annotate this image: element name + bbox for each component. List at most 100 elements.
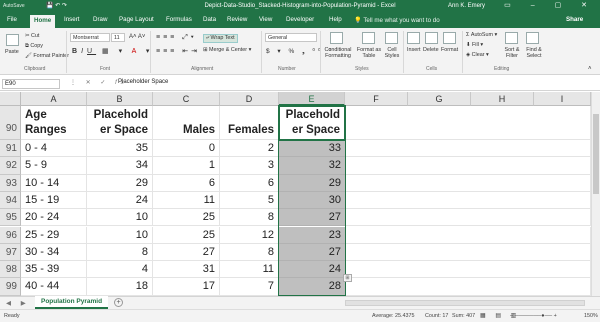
empty-cells[interactable] [345,243,591,262]
cell-b[interactable]: 10 [87,209,153,227]
wrap-text-button[interactable]: ⤶ Wrap Text [203,34,238,43]
cell-a[interactable]: 40 - 44 [21,278,87,296]
status-average[interactable]: Average: 25.4375 [372,313,414,319]
delete-cells-button[interactable]: Delete [423,47,439,53]
fill-button[interactable]: ⬇ Fill ▾ [466,42,483,48]
tab-help[interactable]: Help [329,16,342,23]
empty-cells[interactable] [345,157,591,175]
cell-c[interactable]: 0 [153,140,220,158]
column-header-d[interactable]: D [220,92,279,106]
header-placeholder-b[interactable]: Placehold er Space [87,106,153,140]
column-header-i[interactable]: I [534,92,591,106]
font-name-select[interactable]: Montserrat [70,33,110,42]
column-header-f[interactable]: F [345,92,408,106]
cell-e[interactable]: 23 [279,226,345,244]
row-header[interactable]: 94 [0,191,21,210]
cell-d[interactable]: 2 [220,140,279,158]
empty-cells[interactable] [345,174,591,192]
formula-input[interactable]: Placeholder Space [118,79,168,85]
font-style-buttons[interactable]: BIU ▦ ▾ A ▾ [72,47,153,55]
cell-styles-button[interactable]: Cell Styles [383,47,401,59]
column-header-g[interactable]: G [408,92,471,106]
cell-c[interactable]: 1 [153,157,220,175]
empty-cells[interactable] [345,278,591,296]
empty-cells[interactable] [345,106,591,140]
tab-draw[interactable]: Draw [93,16,107,23]
row-header[interactable]: 97 [0,243,21,262]
tab-insert[interactable]: Insert [64,16,79,23]
cell-a[interactable]: 30 - 34 [21,243,87,262]
cell-a[interactable]: 25 - 29 [21,226,87,244]
tab-formulas[interactable]: Formulas [166,16,192,23]
cell-e[interactable]: 24 [279,261,345,279]
row-header[interactable]: 92 [0,157,21,175]
conditional-formatting-icon[interactable] [330,32,343,44]
find-select-button[interactable]: Find & Select [524,47,544,59]
name-box[interactable]: E90 [2,79,60,89]
cell-c[interactable]: 25 [153,226,220,244]
insert-cells-icon[interactable] [407,32,420,44]
cell-c[interactable]: 27 [153,243,220,262]
header-placeholder-e[interactable]: Placehold er Space [279,106,345,140]
column-header-h[interactable]: H [471,92,534,106]
row-header[interactable]: 99 [0,278,21,296]
paste-button[interactable]: Paste [5,49,19,55]
row-header[interactable]: 95 [0,209,21,227]
cell-b[interactable]: 34 [87,157,153,175]
delete-cells-icon[interactable] [425,32,438,44]
row-header[interactable]: 96 [0,226,21,244]
cell-d[interactable]: 8 [220,209,279,227]
cell-a[interactable]: 15 - 19 [21,191,87,210]
copy-button[interactable]: ⧉ Copy [25,43,43,50]
cell-d[interactable]: 12 [220,226,279,244]
share-button[interactable]: Share [566,16,583,23]
row-header-90[interactable]: 90 [0,106,21,140]
cell-b[interactable]: 8 [87,243,153,262]
cell-d[interactable]: 5 [220,191,279,210]
header-females[interactable]: Females [220,106,279,140]
cell-e[interactable]: 30 [279,191,345,210]
cell-d[interactable]: 6 [220,174,279,192]
horizontal-scrollbar[interactable] [345,300,585,306]
cell-d[interactable]: 11 [220,261,279,279]
find-select-icon[interactable] [526,32,539,44]
select-all-corner[interactable] [0,92,21,106]
column-header-e[interactable]: E [279,92,345,106]
tell-me-search[interactable]: 💡 Tell me what you want to do [354,16,440,24]
sort-filter-icon[interactable] [505,32,518,44]
tab-home[interactable]: Home [30,15,56,28]
empty-cells[interactable] [345,140,591,158]
autosum-button[interactable]: Σ AutoSum ▾ [466,32,497,38]
quick-analysis-icon[interactable]: ⊞ [343,274,352,282]
cell-b[interactable]: 10 [87,226,153,244]
column-header-b[interactable]: B [87,92,153,106]
cell-c[interactable]: 17 [153,278,220,296]
cell-c[interactable]: 31 [153,261,220,279]
tab-file[interactable]: File [7,16,17,23]
tab-review[interactable]: Review [227,16,247,23]
cell-a[interactable]: 10 - 14 [21,174,87,192]
cell-e[interactable]: 33 [279,140,345,158]
status-count[interactable]: Count: 17 [425,313,448,319]
cell-d[interactable]: 3 [220,157,279,175]
alignment-bottom-icons[interactable]: ≡≡≡ ⇤⇥ [156,47,200,55]
cell-b[interactable]: 35 [87,140,153,158]
cell-b[interactable]: 24 [87,191,153,210]
empty-cells[interactable] [345,226,591,244]
header-males[interactable]: Males [153,106,220,140]
sheet-nav-arrows[interactable]: ◀ ▶ [6,299,30,307]
tab-view[interactable]: View [259,16,272,23]
alignment-top-icons[interactable]: ≡≡≡ ⤢▾ [156,34,197,42]
format-painter-button[interactable]: 🖌 Format Painter [25,53,69,59]
zoom-slider[interactable]: – ───────●── + [510,313,557,319]
empty-cells[interactable] [345,191,591,210]
cell-a[interactable]: 20 - 24 [21,209,87,227]
sheet-tab-population-pyramid[interactable]: Population Pyramid [35,296,109,309]
empty-cells[interactable] [345,261,591,279]
header-age-ranges[interactable]: Age Ranges [21,106,87,140]
vertical-scroll-thumb[interactable] [593,114,599,194]
vertical-scrollbar[interactable] [591,92,600,296]
cell-a[interactable]: 0 - 4 [21,140,87,158]
clear-button[interactable]: ◈ Clear ▾ [466,52,489,58]
tab-page-layout[interactable]: Page Layout [119,16,154,23]
